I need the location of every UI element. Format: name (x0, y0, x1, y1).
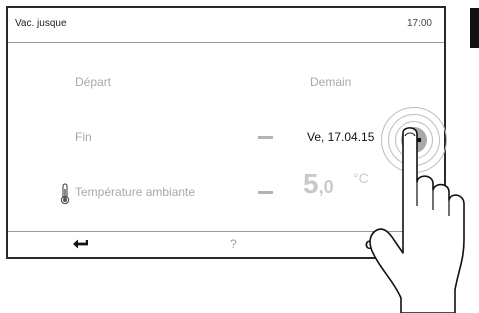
device-illustration: Vac. jusque 17:00 Départ Demain Fin Ve, … (0, 0, 479, 313)
room-temperature-label: Température ambiante (75, 185, 196, 199)
page-title: Vac. jusque (15, 18, 67, 29)
temperature-integer: 5 (303, 168, 319, 199)
edge-marker (470, 8, 479, 48)
thermometer-icon (60, 183, 70, 205)
end-label: Fin (75, 130, 92, 144)
hand-pointer-icon (369, 127, 465, 313)
start-value[interactable]: Demain (310, 75, 351, 89)
temperature-decimal: ,0 (318, 177, 334, 197)
header-bar: Vac. jusque 17:00 (8, 8, 444, 43)
clock-time: 17:00 (406, 18, 432, 29)
temperature-value[interactable]: 5,0 °C (303, 168, 369, 200)
back-arrow-icon[interactable] (72, 238, 90, 250)
start-label: Départ (75, 75, 112, 89)
decrease-temperature-button[interactable] (258, 191, 273, 194)
help-button[interactable]: ? (230, 237, 237, 251)
decrease-end-button[interactable] (258, 136, 273, 139)
